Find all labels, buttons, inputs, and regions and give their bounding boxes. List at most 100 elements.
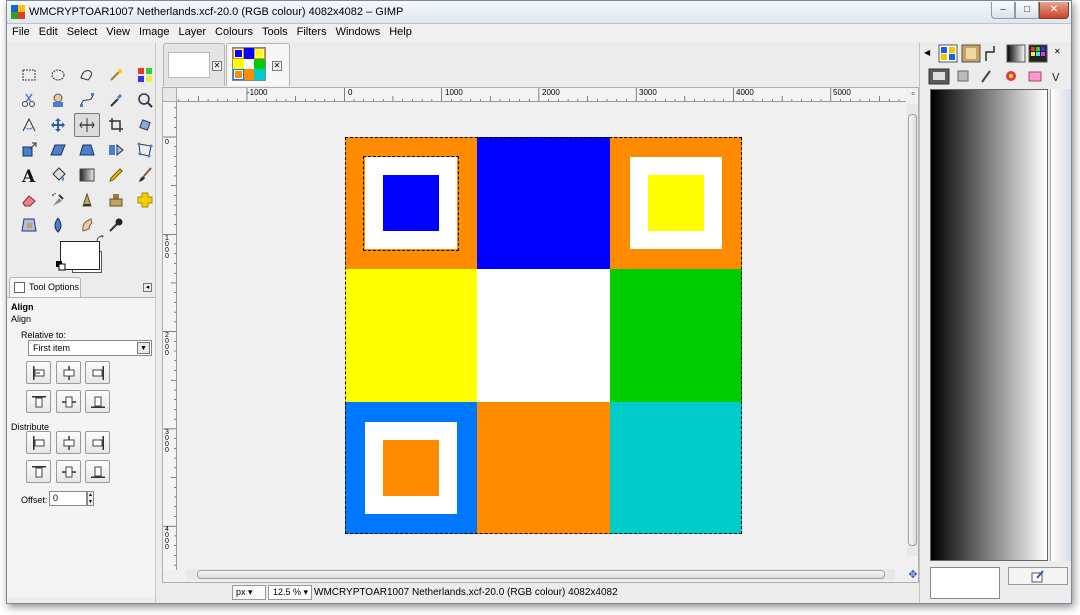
close-icon[interactable]: ✕ — [272, 61, 282, 71]
colors-tab-icon[interactable] — [1028, 44, 1048, 63]
brush-tab-icon[interactable] — [961, 44, 981, 63]
paintbrush-tool-button[interactable] — [132, 163, 158, 187]
rotate-tool-button[interactable] — [132, 113, 158, 137]
offset-input[interactable]: 0 — [49, 491, 87, 506]
horizontal-scrollbar[interactable] — [187, 569, 895, 580]
menu-file[interactable]: File — [7, 24, 34, 38]
pencil-tool-button[interactable] — [103, 163, 129, 187]
image-canvas[interactable] — [345, 137, 742, 534]
distribute-top-button[interactable] — [26, 460, 51, 483]
menu-image[interactable]: Image — [134, 24, 174, 38]
menu-colours[interactable]: Colours — [210, 24, 257, 38]
tab-blank-image[interactable]: ✕ — [163, 43, 225, 86]
menu-filters[interactable]: Filters — [292, 24, 331, 38]
gradient-preview[interactable] — [930, 89, 1048, 561]
default-colors-icon[interactable] — [56, 261, 66, 271]
menu-windows[interactable]: Windows — [331, 24, 385, 38]
paths-tool-button[interactable] — [74, 88, 100, 112]
align-top-button[interactable] — [26, 390, 51, 413]
menu-tools[interactable]: Tools — [257, 24, 292, 38]
palette-tab-icon[interactable] — [984, 44, 1004, 63]
title-bar[interactable]: WMCRYPTOAR1007 Netherlands.xcf-20.0 (RGB… — [7, 1, 1071, 24]
ellipse-select-tool-button[interactable] — [45, 63, 71, 87]
fuzzy-select-tool-button[interactable] — [103, 63, 129, 87]
clone-tool-button[interactable] — [103, 188, 129, 212]
free-select-tool-button[interactable] — [74, 63, 100, 87]
quick-mask-toggle[interactable] — [163, 88, 177, 102]
blur-tool-button[interactable] — [45, 213, 71, 237]
dock-edit-button[interactable] — [1008, 567, 1068, 585]
chevron-down-icon[interactable]: ▼ — [137, 342, 150, 354]
align-bottom-button[interactable] — [85, 390, 110, 413]
shear-tool-button[interactable] — [45, 138, 71, 162]
tab-tool-options[interactable]: Tool Options — [9, 277, 81, 297]
zoom-tool-button[interactable] — [132, 88, 158, 112]
vertical-scrollbar[interactable] — [907, 104, 918, 556]
navigate-icon[interactable]: ✥ — [907, 569, 919, 581]
vertical-scroll-thumb[interactable] — [908, 114, 917, 546]
menu-select[interactable]: Select — [62, 24, 102, 38]
color-select-tool-button[interactable] — [132, 63, 158, 87]
tab-netherlands-image[interactable]: ✕ — [226, 43, 290, 86]
vertical-ruler[interactable]: 0 1000 2000 3000 4000 — [163, 102, 177, 570]
unit-select[interactable]: px ▾ — [232, 585, 266, 600]
close-icon[interactable]: ✕ — [212, 61, 222, 71]
distribute-bottom-button[interactable] — [85, 460, 110, 483]
blend-tool-button[interactable] — [74, 163, 100, 187]
dock-close-icon[interactable]: ✕ — [1054, 47, 1061, 56]
rect-select-tool-button[interactable] — [16, 63, 42, 87]
fg-bg-colors[interactable] — [56, 235, 106, 273]
scissors-select-tool-button[interactable] — [16, 88, 42, 112]
distribute-center-button[interactable] — [56, 431, 81, 454]
maximize-button[interactable]: □ — [1015, 2, 1039, 19]
menu-layer[interactable]: Layer — [174, 24, 211, 38]
cage-tool-button[interactable] — [132, 138, 158, 162]
paths-tab-icon[interactable] — [976, 68, 998, 85]
scale-tool-button[interactable] — [16, 138, 42, 162]
align-left-button[interactable] — [26, 361, 51, 384]
perspective-clone-tool-button[interactable] — [16, 213, 42, 237]
relative-to-select[interactable]: First item ▼ — [28, 340, 152, 356]
perspective-tool-button[interactable] — [74, 138, 100, 162]
undo-tab-icon[interactable] — [1000, 68, 1022, 85]
flip-tool-button[interactable] — [103, 138, 129, 162]
distribute-left-button[interactable] — [26, 431, 51, 454]
foreground-select-tool-button[interactable] — [45, 88, 71, 112]
dodge-burn-tool-button[interactable] — [103, 213, 129, 237]
heal-tool-button[interactable] — [132, 188, 158, 212]
align-tool-button[interactable] — [74, 113, 100, 137]
distribute-right-button[interactable] — [85, 431, 110, 454]
ink-tool-button[interactable] — [74, 188, 100, 212]
horizontal-ruler[interactable]: -1000 0 1000 2000 3000 4000 5000 — [177, 88, 906, 102]
airbrush-tool-button[interactable] — [45, 188, 71, 212]
align-middle-button[interactable] — [56, 390, 81, 413]
tab-menu-icon[interactable]: ◂ — [143, 283, 152, 292]
gradient-tab-icon[interactable] — [1006, 44, 1026, 63]
crop-tool-button[interactable] — [103, 113, 129, 137]
fonts-tab-icon[interactable]: V — [1048, 68, 1070, 85]
smudge-tool-button[interactable] — [74, 213, 100, 237]
images-tab-icon[interactable] — [1024, 68, 1046, 85]
menu-help[interactable]: Help — [384, 24, 416, 38]
eraser-tool-button[interactable] — [16, 188, 42, 212]
horizontal-scroll-thumb[interactable] — [197, 570, 885, 579]
measure-tool-button[interactable] — [16, 113, 42, 137]
close-button[interactable]: ✕ — [1039, 2, 1069, 19]
bucket-fill-tool-button[interactable] — [45, 163, 71, 187]
menu-edit[interactable]: Edit — [34, 24, 62, 38]
dock-menu-icon[interactable]: ◀ — [924, 48, 930, 57]
text-tool-button[interactable]: A — [16, 163, 42, 187]
zoom-follow-icon[interactable]: ▫ — [907, 88, 919, 102]
color-picker-tool-button[interactable] — [103, 88, 129, 112]
pattern-tab-icon[interactable] — [938, 44, 958, 63]
swap-colors-icon[interactable] — [96, 235, 105, 244]
minimize-button[interactable]: – — [991, 2, 1015, 19]
align-center-button[interactable] — [56, 361, 81, 384]
zoom-select[interactable]: 12.5 % ▾ — [268, 585, 312, 600]
offset-spinner[interactable]: ▲ ▼ — [87, 491, 94, 506]
move-tool-button[interactable] — [45, 113, 71, 137]
align-right-button[interactable] — [85, 361, 110, 384]
menu-view[interactable]: View — [101, 24, 134, 38]
dock-preview-box[interactable] — [930, 567, 1000, 599]
dock-scrollbar[interactable] — [1050, 89, 1071, 561]
